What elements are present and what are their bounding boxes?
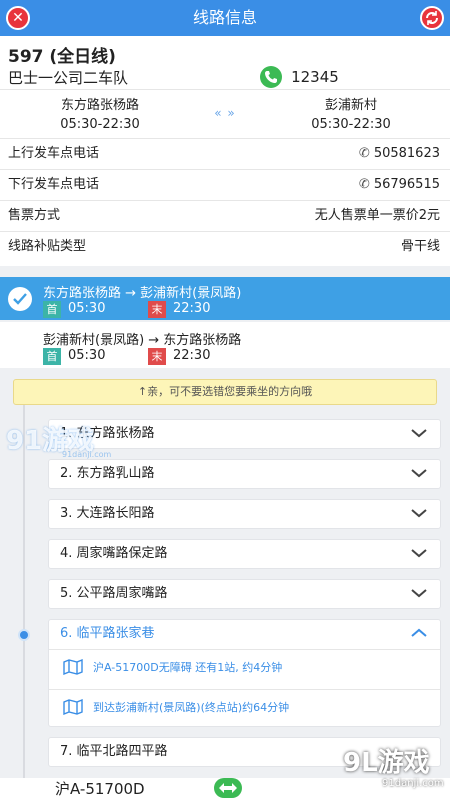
detail-value: 骨干线 bbox=[400, 239, 440, 254]
refresh-icon bbox=[426, 11, 438, 25]
telephone-icon: ✆ bbox=[358, 177, 370, 192]
telephone-icon: ✆ bbox=[358, 146, 370, 161]
check-icon bbox=[8, 287, 32, 311]
stop-name: 3. 大连路长阳路 bbox=[60, 506, 155, 521]
current-stop-dot bbox=[18, 629, 30, 641]
direction-option-selected[interactable]: 东方路张杨路 → 彭浦新村(景凤路) 首 05:30 末 22:30 bbox=[0, 277, 450, 320]
chevron-down-icon bbox=[411, 469, 427, 478]
last-bus-badge: 末 bbox=[148, 301, 166, 318]
detail-row-ticket: 售票方式 无人售票单一票价2元 bbox=[0, 200, 450, 231]
first-bus-badge: 首 bbox=[43, 301, 61, 318]
chevron-down-icon bbox=[411, 589, 427, 598]
refresh-button[interactable] bbox=[420, 6, 444, 30]
stop-name: 6. 临平路张家巷 bbox=[60, 626, 155, 641]
page-title: 线路信息 bbox=[192, 8, 257, 27]
phone-icon bbox=[260, 66, 282, 88]
operator-name: 巴士一公司二车队 bbox=[8, 69, 129, 87]
stop-item[interactable]: 4. 周家嘴路保定路 bbox=[48, 539, 441, 569]
stop-name: 5. 公平路周家嘴路 bbox=[60, 586, 168, 601]
chevron-down-icon bbox=[411, 429, 427, 438]
stop-item[interactable]: 2. 东方路乳山路 bbox=[48, 459, 441, 489]
stop-item[interactable]: 1. 东方路张杨路 bbox=[48, 419, 441, 449]
direction-title: 彭浦新村(景凤路) → 东方路张杨路 bbox=[43, 333, 242, 348]
switch-bus-button[interactable] bbox=[214, 778, 242, 798]
map-icon bbox=[63, 659, 83, 675]
detail-label: 售票方式 bbox=[8, 208, 61, 223]
bus-arrival-info: 沪A-51700D无障碍 还有1站, 约4分钟 bbox=[63, 659, 282, 675]
watermark-logo: 9L游戏 bbox=[343, 748, 430, 778]
chevron-up-icon bbox=[411, 628, 427, 637]
terminal-end-hours: 05:30-22:30 bbox=[311, 117, 391, 132]
detail-row-down-phone[interactable]: 下行发车点电话 ✆ 56796515 bbox=[0, 169, 450, 200]
app-header: ✕ 线路信息 bbox=[0, 0, 450, 36]
operator-phone[interactable]: 12345 bbox=[260, 66, 339, 88]
stop-name: 4. 周家嘴路保定路 bbox=[60, 546, 168, 561]
route-number: 597 (全日线) bbox=[8, 47, 116, 67]
last-bus-badge: 末 bbox=[148, 348, 166, 365]
terminal-end: 彭浦新村 05:30-22:30 bbox=[276, 96, 426, 134]
swap-arrows-icon bbox=[219, 783, 237, 793]
terminal-arrival-info: 到达彭浦新村(景凤路)(终点站)约64分钟 bbox=[63, 699, 289, 715]
stop-timeline bbox=[23, 405, 25, 795]
chevron-down-icon bbox=[411, 549, 427, 558]
divider bbox=[49, 649, 440, 650]
detail-value: 无人售票单一票价2元 bbox=[314, 208, 440, 223]
divider bbox=[0, 89, 450, 90]
stop-item[interactable]: 3. 大连路长阳路 bbox=[48, 499, 441, 529]
chevron-down-icon bbox=[411, 509, 427, 518]
watermark-url: 91danji.com bbox=[382, 778, 444, 789]
watermark-url: 91danji.com bbox=[62, 450, 112, 459]
last-bus-time: 22:30 bbox=[173, 348, 211, 363]
terminal-end-name: 彭浦新村 bbox=[324, 98, 377, 113]
first-bus-time: 05:30 bbox=[68, 348, 106, 363]
detail-label: 上行发车点电话 bbox=[8, 146, 100, 161]
first-bus-time: 05:30 bbox=[68, 301, 106, 316]
map-icon bbox=[63, 699, 83, 715]
direction-option[interactable]: 彭浦新村(景凤路) → 东方路张杨路 首 05:30 末 22:30 bbox=[0, 322, 450, 368]
first-bus-badge: 首 bbox=[43, 348, 61, 365]
stop-item-expanded[interactable]: 6. 临平路张家巷 沪A-51700D无障碍 还有1站, 约4分钟 到达彭浦新村… bbox=[48, 619, 441, 727]
last-bus-time: 22:30 bbox=[173, 301, 211, 316]
terminal-start-name: 东方路张杨路 bbox=[60, 98, 139, 113]
detail-label: 下行发车点电话 bbox=[8, 177, 100, 192]
divider bbox=[49, 689, 440, 690]
direction-title: 东方路张杨路 → 彭浦新村(景凤路) bbox=[43, 286, 242, 301]
direction-notice: ↑亲，可不要选错您要乘坐的方向哦 bbox=[13, 379, 437, 405]
stop-item[interactable]: 5. 公平路周家嘴路 bbox=[48, 579, 441, 609]
detail-row-up-phone[interactable]: 上行发车点电话 ✆ 50581623 bbox=[0, 138, 450, 169]
stop-name: 2. 东方路乳山路 bbox=[60, 466, 155, 481]
detail-value: 56796515 bbox=[373, 177, 440, 192]
operator-phone-number: 12345 bbox=[291, 68, 339, 86]
detail-label: 线路补贴类型 bbox=[8, 239, 87, 254]
terminal-start-hours: 05:30-22:30 bbox=[60, 117, 140, 132]
detail-value: 50581623 bbox=[373, 146, 440, 161]
route-info-panel: 597 (全日线) 巴士一公司二车队 12345 东方路张杨路 05:30-22… bbox=[0, 36, 450, 266]
terminal-start: 东方路张杨路 05:30-22:30 bbox=[25, 96, 175, 134]
detail-row-subsidy: 线路补贴类型 骨干线 bbox=[0, 231, 450, 262]
swap-direction-icon[interactable]: « » bbox=[200, 106, 250, 120]
stop-name: 7. 临平北路四平路 bbox=[60, 744, 168, 759]
bus-plate: 沪A-51700D bbox=[55, 780, 145, 798]
